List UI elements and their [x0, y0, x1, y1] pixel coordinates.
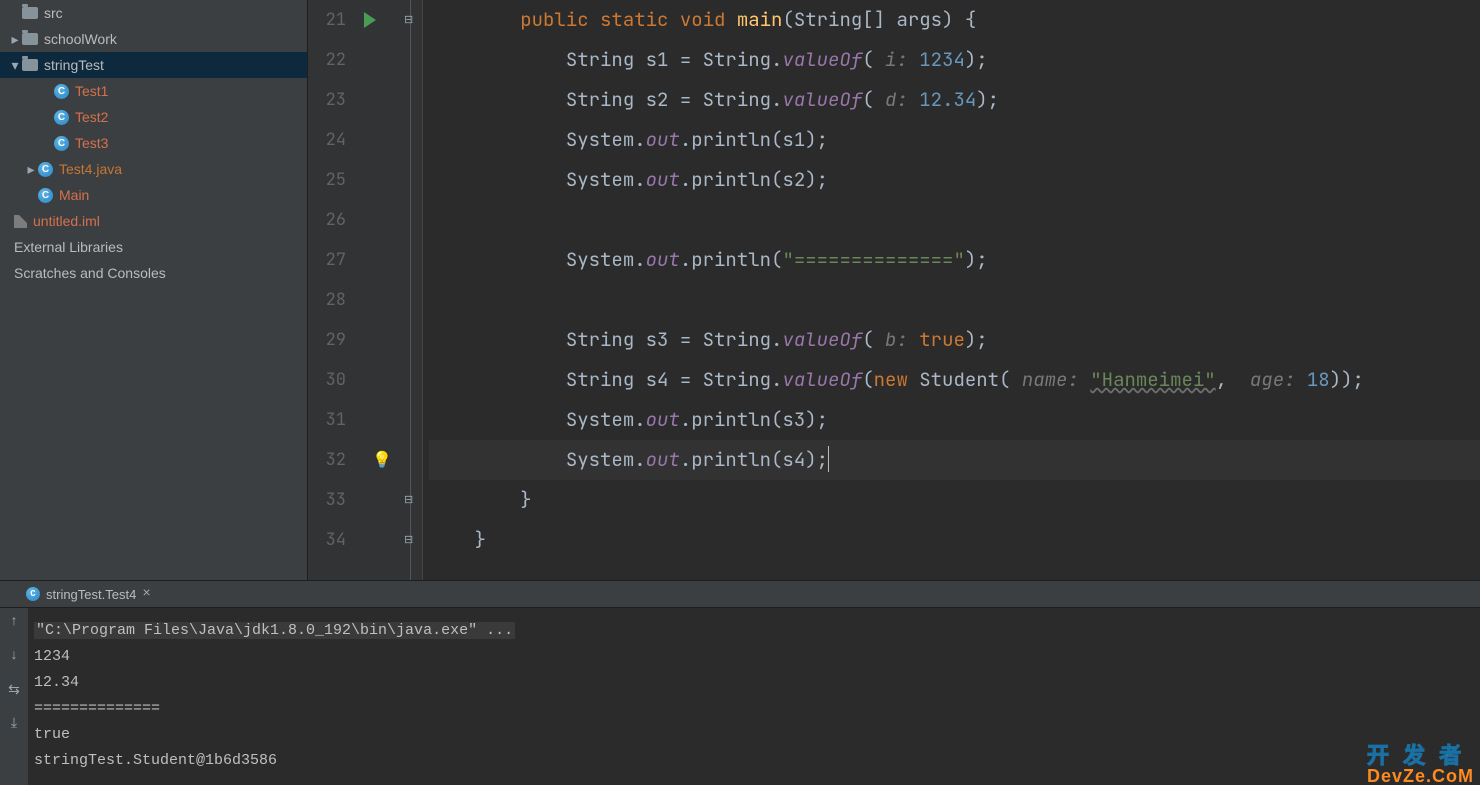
tree-item-label: Test3: [75, 135, 108, 151]
file-icon: [14, 215, 27, 228]
close-icon[interactable]: ×: [142, 586, 150, 602]
tree-item[interactable]: src: [0, 0, 307, 26]
tree-item-label: Test2: [75, 109, 108, 125]
wrap-icon[interactable]: ⇆: [6, 682, 22, 698]
expand-arrow-icon[interactable]: ▾: [8, 57, 22, 74]
console-command: "C:\Program Files\Java\jdk1.8.0_192\bin\…: [34, 622, 515, 639]
line-number: 23: [308, 80, 356, 120]
run-tab-label: stringTest.Test4: [46, 587, 136, 602]
fold-gutter: ⊟ ⊟ ⊟: [402, 0, 423, 580]
tree-item-label: Test4.java: [59, 161, 122, 177]
folder-icon: [22, 7, 38, 19]
export-icon[interactable]: ⤓: [6, 716, 22, 732]
tree-item[interactable]: untitled.iml: [0, 208, 307, 234]
line-number-gutter: 2122232425262728293031323334: [308, 0, 356, 580]
down-icon[interactable]: ↓: [6, 648, 22, 664]
line-number: 31: [308, 400, 356, 440]
class-icon: C: [54, 84, 69, 99]
tree-item[interactable]: ▸ schoolWork: [0, 26, 307, 52]
console-line: ==============: [34, 696, 1474, 722]
class-icon: C: [38, 162, 53, 177]
expand-arrow-icon[interactable]: ▸: [8, 31, 22, 48]
console-line: stringTest.Student@1b6d3586: [34, 748, 1474, 774]
folder-icon: [22, 59, 38, 71]
line-number: 21: [308, 0, 356, 40]
tree-item-label: src: [44, 5, 63, 21]
text-caret: [828, 446, 829, 472]
line-number: 27: [308, 240, 356, 280]
line-number: 22: [308, 40, 356, 80]
tree-item[interactable]: C Test1: [0, 78, 307, 104]
tree-item-label: schoolWork: [44, 31, 117, 47]
line-number: 25: [308, 160, 356, 200]
line-number: 33: [308, 480, 356, 520]
up-icon[interactable]: ↑: [6, 614, 22, 630]
line-number: 34: [308, 520, 356, 560]
tree-item[interactable]: C Test2: [0, 104, 307, 130]
tree-item[interactable]: Scratches and Consoles: [0, 260, 307, 286]
annotation-gutter: 💡: [356, 0, 402, 580]
tree-item[interactable]: ▾ stringTest: [0, 52, 307, 78]
console-toolbar: ↑ ↓ ⇆ ⤓: [0, 608, 28, 785]
class-icon: C: [26, 587, 40, 601]
tree-item[interactable]: External Libraries: [0, 234, 307, 260]
run-tabs: C stringTest.Test4 ×: [0, 580, 1480, 608]
code-area[interactable]: public static void main(String[] args) {…: [423, 0, 1480, 580]
fold-toggle-icon[interactable]: ⊟: [404, 533, 413, 547]
class-icon: C: [38, 188, 53, 203]
tree-item-label: Main: [59, 187, 89, 203]
console-line: 1234: [34, 644, 1474, 670]
line-number: 24: [308, 120, 356, 160]
console-line: true: [34, 722, 1474, 748]
run-icon[interactable]: [364, 12, 376, 28]
line-number: 28: [308, 280, 356, 320]
intention-bulb-icon[interactable]: 💡: [372, 450, 392, 470]
tree-item-label: Test1: [75, 83, 108, 99]
tree-item-label: Scratches and Consoles: [14, 265, 166, 281]
line-number: 29: [308, 320, 356, 360]
folder-icon: [22, 33, 38, 45]
line-number: 26: [308, 200, 356, 240]
class-icon: C: [54, 110, 69, 125]
run-tab[interactable]: C stringTest.Test4 ×: [18, 581, 159, 607]
console-panel: ↑ ↓ ⇆ ⤓ "C:\Program Files\Java\jdk1.8.0_…: [0, 608, 1480, 785]
class-icon: C: [54, 136, 69, 151]
tree-item[interactable]: C Test3: [0, 130, 307, 156]
console-line: 12.34: [34, 670, 1474, 696]
expand-arrow-icon[interactable]: ▸: [24, 161, 38, 178]
project-tree[interactable]: src ▸ schoolWork ▾ stringTest C Test1 C Test2 C Te…: [0, 0, 308, 580]
line-number: 32: [308, 440, 356, 480]
tree-item-label: External Libraries: [14, 239, 123, 255]
fold-toggle-icon[interactable]: ⊟: [404, 13, 413, 27]
tree-item[interactable]: C Main: [0, 182, 307, 208]
tree-item[interactable]: ▸C Test4.java: [0, 156, 307, 182]
code-editor[interactable]: 2122232425262728293031323334 💡 ⊟ ⊟ ⊟ publi…: [308, 0, 1480, 580]
fold-toggle-icon[interactable]: ⊟: [404, 493, 413, 507]
tree-item-label: stringTest: [44, 57, 104, 73]
console-output[interactable]: "C:\Program Files\Java\jdk1.8.0_192\bin\…: [28, 608, 1480, 785]
line-number: 30: [308, 360, 356, 400]
tree-item-label: untitled.iml: [33, 213, 100, 229]
